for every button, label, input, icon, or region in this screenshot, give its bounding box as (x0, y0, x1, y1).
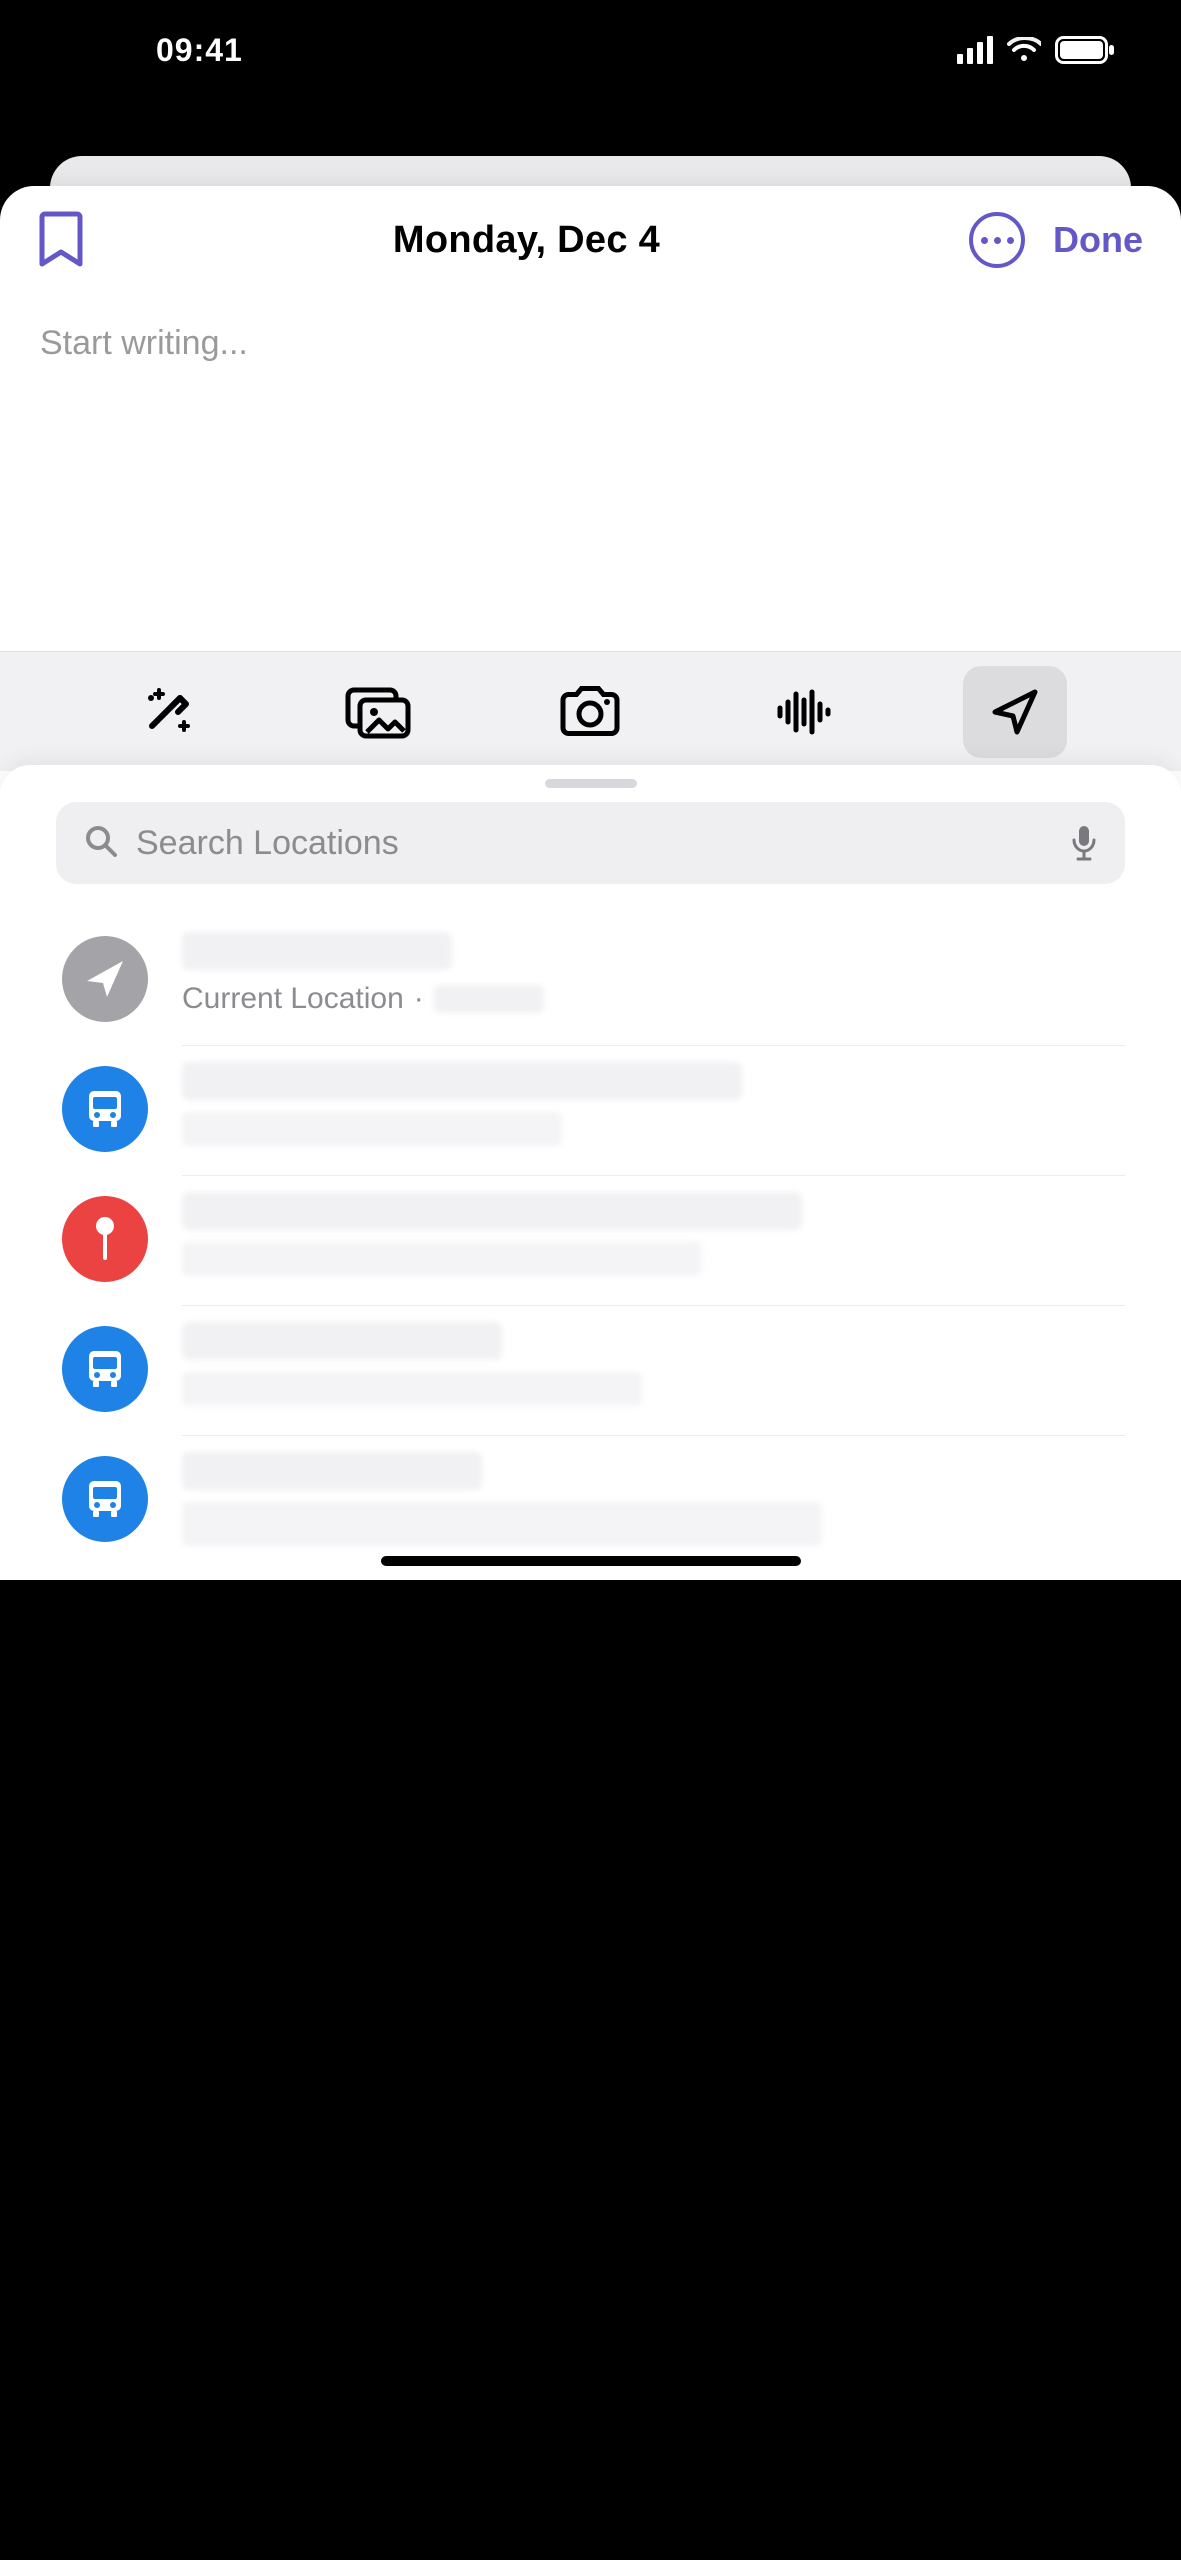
location-button[interactable] (963, 666, 1067, 758)
bus-icon (62, 1326, 148, 1412)
battery-icon (1055, 36, 1115, 64)
redacted-title (182, 1062, 742, 1100)
location-row[interactable] (0, 1048, 1181, 1178)
separator-dot: · (414, 982, 424, 1016)
nav-title: Monday, Dec 4 (112, 219, 941, 262)
status-bar: 09:41 (0, 0, 1181, 100)
location-list: Current Location · (0, 918, 1181, 1570)
search-icon (84, 824, 118, 863)
nav-bar: Monday, Dec 4 Done (0, 186, 1181, 294)
location-row[interactable] (0, 1178, 1181, 1308)
status-time: 09:41 (46, 32, 243, 69)
done-button[interactable]: Done (1053, 219, 1143, 261)
cellular-icon (957, 36, 993, 64)
locations-panel: Search Locations Current Location (0, 765, 1181, 1580)
dictation-button[interactable] (1071, 824, 1097, 862)
redacted-distance (434, 985, 544, 1013)
location-row[interactable] (0, 1438, 1181, 1570)
more-button[interactable] (969, 212, 1025, 268)
redacted-subtitle (182, 1502, 822, 1546)
editor-sheet: Monday, Dec 4 Done Start writing... (0, 186, 1181, 1580)
bus-icon (62, 1066, 148, 1152)
redacted-subtitle (182, 1242, 702, 1276)
pin-icon (62, 1196, 148, 1282)
wifi-icon (1007, 37, 1041, 63)
current-location-label: Current Location (182, 982, 404, 1016)
status-indicators (957, 36, 1135, 64)
bus-icon (62, 1456, 148, 1542)
editor-textarea[interactable]: Start writing... (0, 294, 1181, 651)
redacted-title (182, 932, 452, 970)
camera-button[interactable] (538, 666, 642, 758)
editor-toolbar (0, 651, 1181, 771)
location-arrow-icon (62, 936, 148, 1022)
redacted-title (182, 1192, 802, 1230)
redacted-title (182, 1322, 502, 1360)
redacted-title (182, 1452, 482, 1490)
magic-wand-button[interactable] (114, 666, 218, 758)
sheet-grabber[interactable] (545, 779, 637, 788)
search-placeholder: Search Locations (136, 824, 1053, 863)
home-indicator[interactable] (381, 1556, 801, 1566)
redacted-subtitle (182, 1112, 562, 1146)
location-row-current[interactable]: Current Location · (0, 918, 1181, 1048)
audio-button[interactable] (751, 666, 855, 758)
bookmark-button[interactable] (38, 210, 84, 270)
location-search-field[interactable]: Search Locations (56, 802, 1125, 884)
redacted-subtitle (182, 1372, 642, 1406)
location-row[interactable] (0, 1308, 1181, 1438)
gallery-button[interactable] (326, 666, 430, 758)
